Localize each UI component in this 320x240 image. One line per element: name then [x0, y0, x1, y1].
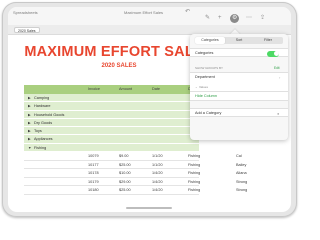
tab-categories[interactable]: Categories: [195, 37, 225, 44]
cell-invoice[interactable]: 10079: [88, 152, 99, 161]
app-screen: Spreadsheets Maximum Effort Sales ↶ ✎ + …: [8, 7, 291, 212]
cell-name[interactable]: Strong: [236, 186, 247, 195]
table-row[interactable]: 10178 $10.00 1/4/20 Fishing Aliana: [24, 169, 247, 178]
back-to-spreadsheets-link[interactable]: Spreadsheets: [13, 10, 38, 16]
cell-amount[interactable]: $25.00: [119, 161, 131, 170]
table-row[interactable]: 10180 $25.00 1/4/20 Fishing Strong: [24, 186, 247, 195]
group-label: Hardware: [34, 104, 51, 109]
cell-department[interactable]: Fishing: [188, 186, 200, 195]
group-row-camping[interactable]: ▶ Camping: [24, 94, 199, 103]
brush-icon[interactable]: ✎: [205, 15, 210, 22]
format-gear-icon[interactable]: ⚙: [232, 15, 237, 22]
cell-department[interactable]: Fishing: [188, 161, 200, 170]
chevron-down-small-icon[interactable]: ⌄: [195, 85, 198, 89]
tab-filter[interactable]: Filter: [253, 37, 283, 44]
undo-icon[interactable]: ↶: [185, 9, 190, 16]
cell-amount[interactable]: $10.00: [119, 169, 131, 178]
categories-label: Categories: [195, 51, 214, 55]
group-row-toys[interactable]: ▶ Toys: [24, 127, 199, 136]
top-toolbar: Spreadsheets Maximum Effort Sales ↶ ✎ + …: [8, 7, 291, 25]
table-row[interactable]: 10179 $29.00 1/4/20 Fishing Strong: [24, 177, 247, 187]
more-icon[interactable]: ⋯: [246, 15, 252, 22]
share-icon[interactable]: ⇪: [260, 15, 265, 22]
cell-department[interactable]: Fishing: [188, 169, 200, 178]
disclosure-triangle-icon[interactable]: ▶: [28, 119, 31, 127]
disclosure-triangle-icon[interactable]: ▶: [28, 127, 31, 135]
cell-name[interactable]: Strong: [236, 178, 247, 187]
table-row[interactable]: 10079 $9.00 1/1/20 Fishing Cal: [24, 152, 242, 161]
sheet-tab-2020-sales[interactable]: 2020 Sales: [14, 27, 40, 33]
cell-date[interactable]: 1/1/20: [152, 152, 163, 161]
cell-department[interactable]: Fishing: [188, 178, 200, 187]
group-by-section: Department › Values ⌄: [190, 72, 288, 92]
column-header-invoice[interactable]: Invoice: [88, 85, 100, 94]
add-category-button[interactable]: Add a Category: [195, 111, 221, 116]
group-row-household-goods[interactable]: ▶ Household Goods: [24, 110, 199, 119]
group-label: Dry Goods: [34, 120, 53, 125]
group-row-dry-goods[interactable]: ▶ Dry Goods: [24, 118, 199, 128]
sheet-subtitle[interactable]: 2020 SALES: [24, 63, 214, 69]
group-label: Fishing: [34, 145, 47, 150]
department-row[interactable]: Department: [195, 75, 215, 80]
cell-date[interactable]: 1/4/20: [152, 186, 163, 195]
hide-column-row: Hide Column: [190, 92, 288, 101]
cell-amount[interactable]: $29.00: [119, 178, 131, 187]
cell-date[interactable]: 1/4/20: [152, 178, 163, 187]
sheet-title[interactable]: MAXIMUM EFFORT SALES: [24, 44, 214, 60]
cell-name[interactable]: Aliana: [236, 169, 247, 178]
cell-invoice[interactable]: 10180: [88, 186, 99, 195]
column-header-amount[interactable]: Amount: [119, 85, 132, 94]
group-label: Appliances: [34, 137, 53, 142]
cell-invoice[interactable]: 10178: [88, 169, 99, 178]
add-category-dot-icon[interactable]: ●: [277, 111, 279, 116]
group-row-fishing[interactable]: ▼ Fishing: [24, 143, 199, 153]
sales-table: Invoice Amount Date Dep ▶Camping ▶Hardwa…: [24, 85, 247, 195]
cell-date[interactable]: 1/1/20: [152, 161, 163, 170]
tablet-frame: Spreadsheets Maximum Effort Sales ↶ ✎ + …: [2, 2, 297, 217]
cell-invoice[interactable]: 10177: [88, 161, 99, 170]
cell-amount[interactable]: $25.00: [119, 186, 131, 195]
values-option[interactable]: Values: [199, 85, 208, 89]
hide-column-button[interactable]: Hide Column: [195, 94, 217, 99]
edit-button[interactable]: Edit: [274, 66, 280, 71]
cell-amount[interactable]: $9.00: [119, 152, 129, 161]
home-indicator: [126, 207, 172, 209]
organize-popover: Categories Sort Filter Categories Show G…: [190, 34, 288, 140]
categories-toggle-row: Categories: [190, 48, 288, 57]
table-header-row[interactable]: Invoice Amount Date Dep: [24, 85, 199, 94]
tab-sort[interactable]: Sort: [225, 37, 253, 44]
group-label: Household Goods: [34, 112, 65, 117]
cell-date[interactable]: 1/4/20: [152, 169, 163, 178]
categories-toggle[interactable]: [267, 50, 279, 57]
disclosure-triangle-icon[interactable]: ▶: [28, 111, 31, 119]
show-groups-by-label: Show Groups By: [195, 66, 224, 70]
group-row-hardware[interactable]: ▶ Hardware: [24, 102, 199, 111]
cell-name[interactable]: Bailey: [236, 161, 246, 170]
disclosure-triangle-icon[interactable]: ▶: [28, 135, 31, 143]
add-category-row: Add a Category ●: [190, 108, 288, 117]
document-title[interactable]: Maximum Effort Sales: [124, 10, 163, 16]
disclosure-triangle-expanded-icon[interactable]: ▼: [28, 144, 31, 152]
cell-invoice[interactable]: 10179: [88, 178, 99, 187]
table-row[interactable]: 10177 $25.00 1/1/20 Fishing Bailey: [24, 160, 246, 170]
add-icon[interactable]: +: [218, 15, 222, 22]
cell-name[interactable]: Cal: [236, 152, 242, 161]
cell-department[interactable]: Fishing: [188, 152, 200, 161]
group-label: Camping: [34, 96, 50, 100]
popover-segmented-control: Categories Sort Filter: [195, 37, 283, 44]
column-header-date[interactable]: Date: [152, 85, 160, 94]
group-label: Toys: [34, 129, 42, 134]
chevron-right-icon[interactable]: ›: [279, 75, 280, 80]
group-row-appliances[interactable]: ▶ Appliances: [24, 135, 199, 144]
disclosure-triangle-icon[interactable]: ▶: [28, 102, 31, 110]
disclosure-triangle-icon[interactable]: ▶: [28, 94, 31, 102]
